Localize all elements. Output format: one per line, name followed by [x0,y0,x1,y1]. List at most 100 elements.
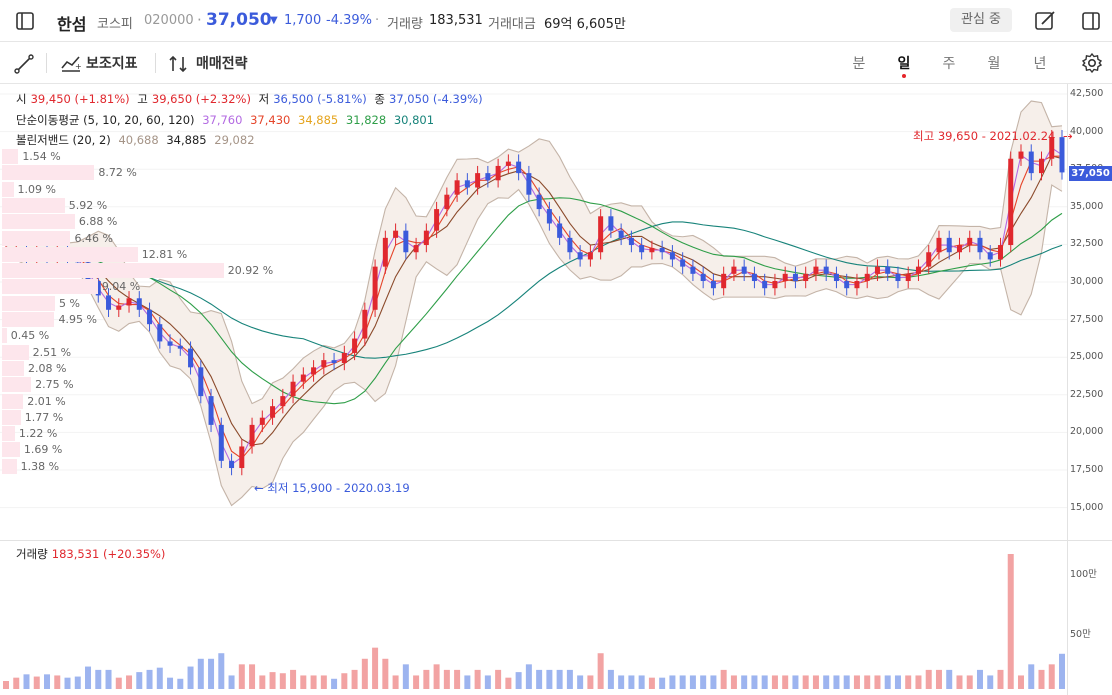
volume-bar [812,675,819,689]
volume-bar [874,675,881,689]
price-change: 1,700 [284,13,322,28]
period-month[interactable]: 월 [984,53,1004,73]
volume-bar [238,664,245,689]
volume-bar [64,677,71,689]
volume-bar [197,658,204,689]
volume-bar [648,677,655,689]
draw-line-icon[interactable] [14,54,34,74]
price-chart[interactable] [0,84,1067,695]
volume-bar [976,669,983,689]
panel-toggle-icon[interactable] [1078,8,1104,34]
volume-bar [536,669,543,689]
candle-body [239,446,245,469]
strategy-button[interactable]: 매매전략 [196,53,248,73]
price-tick: 40,000 [1070,125,1104,137]
candle-body [577,252,583,260]
candle-body [464,180,470,188]
period-minute[interactable]: 분 [849,53,869,73]
volume-bar [290,669,297,689]
candle-body [751,273,757,282]
volume-bar [566,669,573,689]
candle-body [1018,151,1024,159]
candle-body [157,324,163,342]
strategy-icon[interactable] [168,54,190,74]
indicator-icon[interactable]: + [60,54,82,74]
volume-profile-label: 2.51 % [32,345,72,359]
volume-profile-bar [2,442,20,458]
volume-profile-bar [2,165,95,181]
candle-body [475,173,481,188]
candle-body [188,348,194,368]
volume-bar [925,669,932,689]
candle-body [1008,158,1014,246]
volume-profile-label: 2.01 % [27,394,66,408]
stock-header: 한섬 코스피 020000 · 37,050 ▼ 1,700 -4.39% · … [0,0,1112,42]
candle-body [885,266,891,274]
volume-bar [966,675,973,689]
stock-code: 020000 [144,13,194,28]
volume-bar [525,664,532,689]
volume-profile-label: 1.69 % [23,443,63,457]
volume-bar [146,669,153,689]
volume-profile-bar [2,197,65,213]
candle-body [557,223,563,238]
volume-bar [74,676,81,689]
volume-bar [228,675,235,689]
candle-body [1028,151,1034,174]
candle-body [516,161,522,174]
candle-body [608,216,614,231]
volume-profile-label: 2.75 % [35,378,74,392]
candle-body [116,305,122,310]
volume-legend: 거래량 183,531 (+20.35%) [16,547,166,561]
period-week[interactable]: 주 [939,53,959,73]
volume-bar [85,666,92,689]
volume-bar [853,675,860,689]
volume-bar [413,675,420,689]
volume-bar [577,675,584,689]
volume-bar [361,658,368,689]
volume-bar [987,675,994,689]
volume-bar [454,669,461,689]
volume-profile-bar [2,214,75,230]
volume-profile-label: 1.77 % [24,410,64,424]
candle-body [536,194,542,210]
ohlc-legend: 시 39,450 (+1.81%) 고 39,650 (+2.32%) 저 36,50… [16,92,483,106]
volume-profile-label: 5.92 % [68,198,108,212]
volume-bar [587,675,594,689]
candle-body [782,273,788,282]
period-day[interactable]: 일 [894,53,914,73]
candle-body [659,247,665,253]
price-change-pct: -4.39% [326,13,372,28]
interest-button[interactable]: 관심 중 [950,8,1012,32]
indicators-button[interactable]: 보조지표 [86,53,138,73]
candle-body [341,352,347,364]
volume-value: 183,531 [429,13,483,28]
volume-profile-label: 6.88 % [78,215,118,229]
candle-body [864,273,870,282]
candle-body [874,266,880,274]
candle-body [792,273,798,282]
high-annotation: 최고 39,650 - 2021.02.24 → [913,129,1073,143]
candle-body [762,281,768,289]
volume-profile-bar [2,360,25,376]
volume-bar [156,667,163,689]
volume-bar [761,675,768,689]
volume-profile-label: 1.22 % [18,427,58,441]
volume-bar [402,664,409,689]
sidebar-toggle-icon[interactable] [12,8,38,34]
volume-profile-label: 20.92 % [227,264,274,278]
volume-bar [720,669,727,689]
candle-body [495,165,501,181]
candle-body [546,209,552,224]
candle-body [290,381,296,397]
period-year[interactable]: 년 [1030,53,1050,73]
edit-icon[interactable] [1032,8,1058,34]
volume-profile-bar [2,181,14,197]
candle-body [423,230,429,246]
candle-body [639,245,645,253]
settings-gear-icon[interactable] [1081,52,1103,74]
candle-body [731,266,737,274]
candle-body [741,266,747,274]
price-tick: 35,000 [1070,200,1104,212]
candle-body [926,252,932,267]
